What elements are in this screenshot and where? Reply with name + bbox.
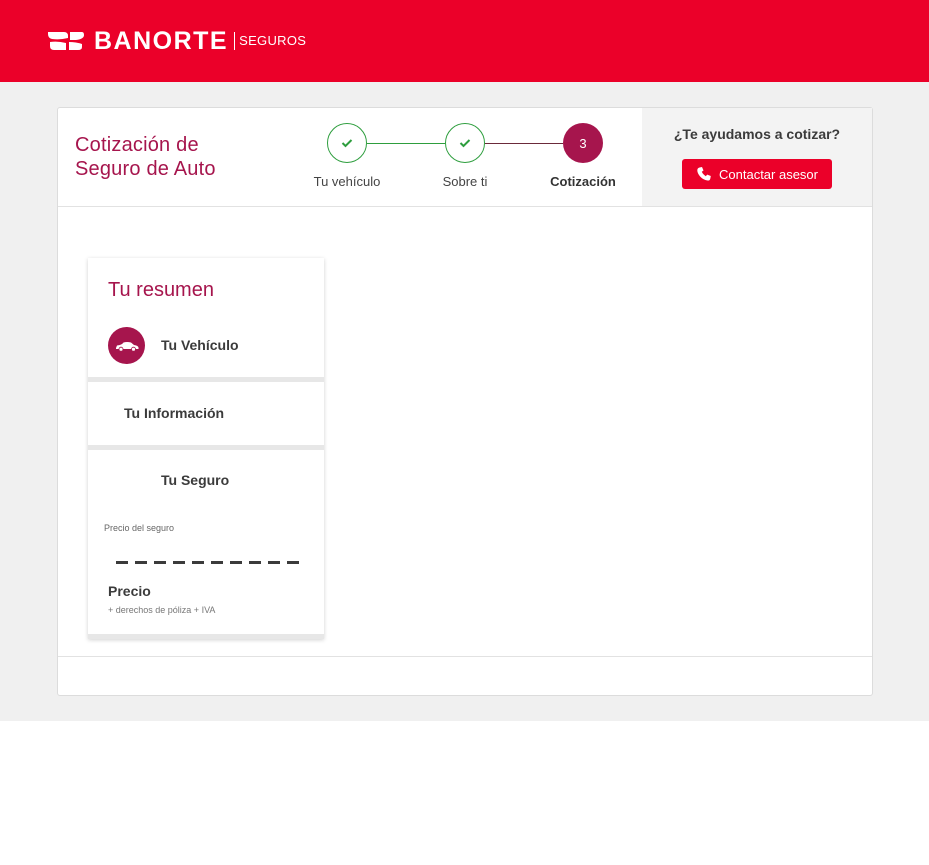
vehicle-avatar bbox=[108, 327, 145, 364]
logo-separator bbox=[234, 32, 236, 50]
banorte-logo[interactable]: BANORTE SEGUROS bbox=[46, 28, 306, 54]
step-3-circle: 3 bbox=[563, 123, 603, 163]
logo-wordmark: BANORTE bbox=[94, 27, 229, 55]
price-label: Precio bbox=[108, 583, 151, 599]
check-icon bbox=[459, 139, 471, 148]
contact-advisor-label: Contactar asesor bbox=[719, 166, 818, 182]
page-title: Cotización de Seguro de Auto bbox=[75, 133, 216, 181]
summary-title: Tu resumen bbox=[108, 279, 214, 301]
summary-divider-1 bbox=[88, 377, 324, 382]
step-2-circle[interactable] bbox=[445, 123, 485, 163]
summary-divider-2 bbox=[88, 445, 324, 450]
help-question: ¿Te ayudamos a cotizar? bbox=[673, 126, 841, 142]
help-panel: ¿Te ayudamos a cotizar? Contactar asesor bbox=[642, 108, 872, 206]
summary-info-label[interactable]: Tu Información bbox=[124, 405, 224, 421]
car-icon bbox=[115, 341, 138, 352]
banorte-logo-icon bbox=[48, 32, 84, 50]
step-2-label[interactable]: Sobre ti bbox=[443, 174, 488, 189]
logo-subtitle: SEGUROS bbox=[239, 33, 307, 48]
step-connector-2 bbox=[485, 143, 563, 144]
price-caption: Precio del seguro bbox=[104, 523, 175, 533]
summary-vehicle-label[interactable]: Tu Vehículo bbox=[161, 337, 239, 353]
step-3-label: Cotización bbox=[550, 174, 616, 189]
page-title-line1: Cotización de bbox=[75, 134, 199, 156]
summary-panel: Tu resumen Tu Vehículo Tu Información Tu… bbox=[88, 258, 324, 639]
card-footer-divider bbox=[58, 656, 872, 657]
check-icon bbox=[341, 139, 353, 148]
step-1-circle[interactable] bbox=[327, 123, 367, 163]
top-bar: BANORTE SEGUROS bbox=[0, 0, 929, 82]
summary-bottom-bar bbox=[88, 634, 324, 639]
price-placeholder-dashes bbox=[116, 561, 304, 564]
summary-insurance-label[interactable]: Tu Seguro bbox=[161, 472, 229, 488]
card-header: Cotización de Seguro de Auto 3 Tu vehícu… bbox=[58, 108, 872, 207]
step-3-number: 3 bbox=[579, 135, 587, 151]
phone-icon bbox=[697, 167, 711, 181]
price-note: + derechos de póliza + IVA bbox=[108, 605, 216, 615]
contact-advisor-button[interactable]: Contactar asesor bbox=[682, 159, 832, 189]
progress-stepper: 3 Tu vehículo Sobre ti Cotización bbox=[308, 123, 628, 193]
step-connector-1 bbox=[367, 143, 445, 144]
page-title-line2: Seguro de Auto bbox=[75, 158, 216, 180]
step-1-label[interactable]: Tu vehículo bbox=[314, 174, 381, 189]
